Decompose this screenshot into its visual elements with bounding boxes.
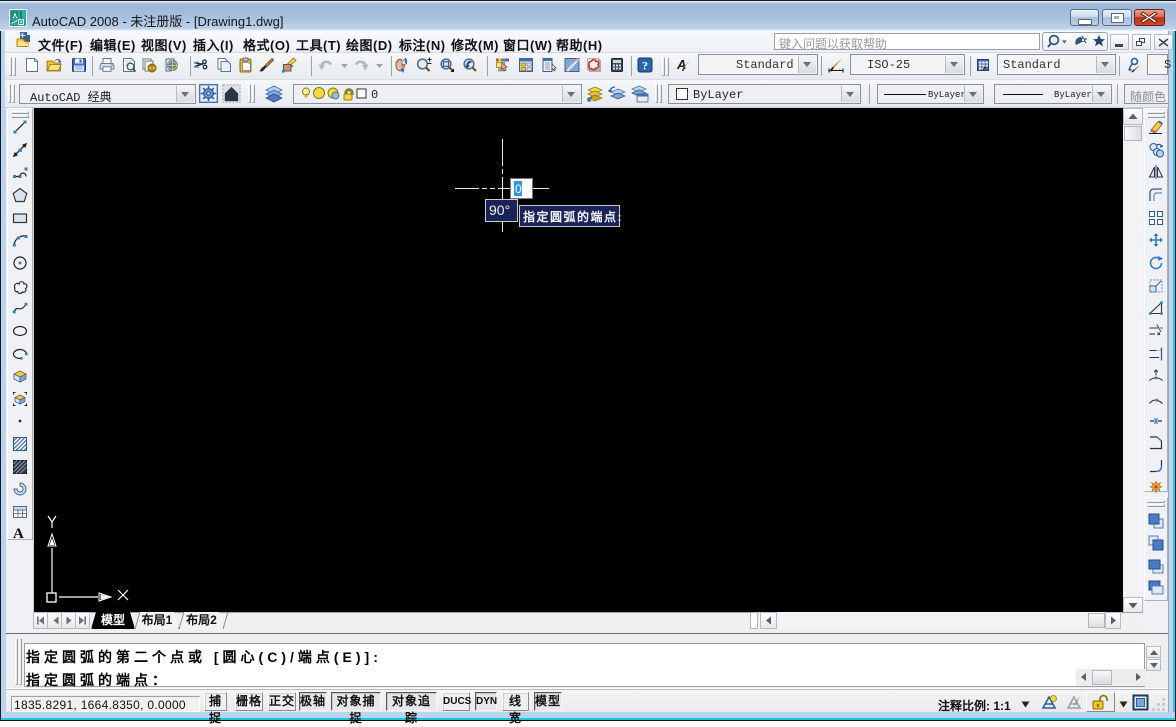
svg-text:?: ? <box>642 59 648 73</box>
svg-text:0: 0 <box>371 88 378 102</box>
svg-text:A: A <box>676 57 686 72</box>
